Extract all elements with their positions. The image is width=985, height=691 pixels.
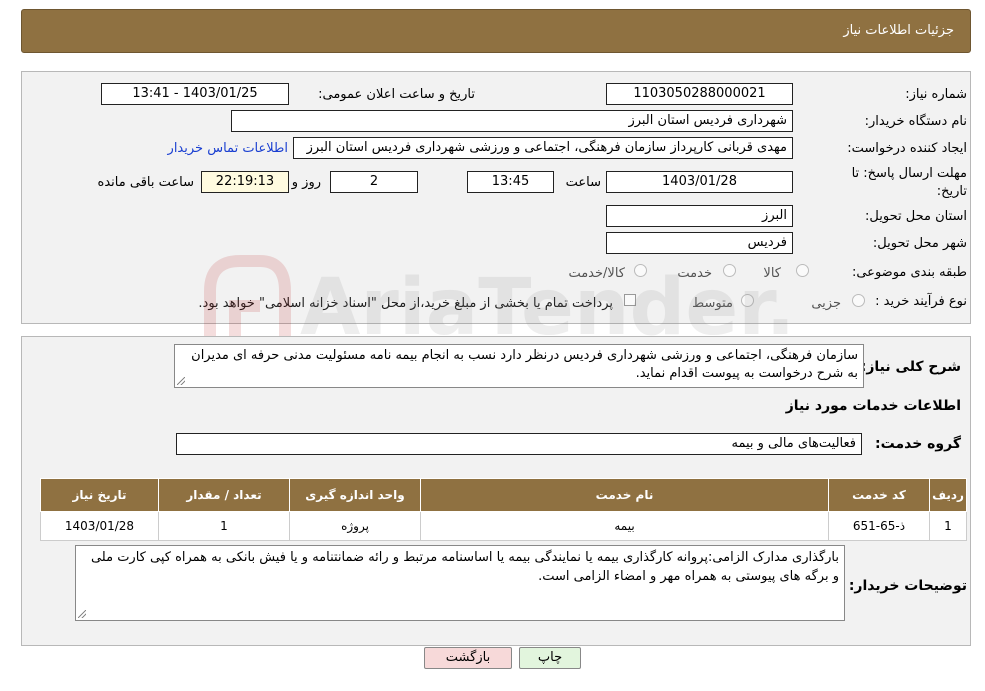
col-row-number: ردیف [929, 478, 967, 512]
city-label: شهر محل تحویل: [872, 236, 967, 251]
treasury-payment-checkbox[interactable] [624, 294, 636, 306]
deadline-time-field: 13:45 [467, 171, 554, 193]
category-service-label: خدمت [677, 266, 712, 281]
cell-service-name: بیمه [420, 511, 829, 541]
print-button[interactable]: چاپ [519, 647, 581, 669]
requester-label: ایجاد کننده درخواست: [847, 141, 967, 156]
category-label: طبقه بندی موضوعی: [851, 265, 967, 280]
buyer-org-field: شهرداری فردیس استان البرز [231, 110, 793, 132]
col-quantity: تعداد / مقدار [158, 478, 290, 512]
announce-date-field: 1403/01/25 - 13:41 [101, 83, 289, 105]
category-service-radio[interactable] [723, 264, 736, 277]
need-number-field: 1103050288000021 [606, 83, 793, 105]
purchase-minor-radio[interactable] [852, 294, 865, 307]
deadline-label-line1: مهلت ارسال پاسخ: تا [851, 166, 967, 181]
service-table: ردیف کد خدمت نام خدمت واحد اندازه گیری ت… [40, 478, 967, 541]
buyer-notes-label: توضیحات خریدار: [848, 578, 967, 594]
treasury-payment-note: پرداخت تمام یا بخشی از مبلغ خرید،از محل … [198, 296, 613, 311]
cell-row-number: 1 [929, 511, 967, 541]
requester-field: مهدی قربانی کارپرداز سازمان فرهنگی، اجتم… [293, 137, 793, 159]
cell-quantity: 1 [158, 511, 290, 541]
col-unit: واحد اندازه گیری [289, 478, 421, 512]
summary-label: شرح کلی نیاز: [860, 359, 961, 375]
service-group-field: فعالیت‌های مالی و بیمه [176, 433, 862, 455]
days-label: روز و [291, 175, 321, 190]
purchase-medium-radio[interactable] [741, 294, 754, 307]
deadline-time-label: ساعت [565, 175, 601, 190]
purchase-type-label: نوع فرآیند خرید : [875, 294, 967, 309]
cell-unit: پروژه [289, 511, 421, 541]
category-goods-service-label: کالا/خدمت [568, 266, 625, 281]
category-goods-service-radio[interactable] [634, 264, 647, 277]
buyer-org-label: نام دستگاه خریدار: [864, 114, 967, 129]
buyer-notes-text: بارگذاری مدارک الزامی:پروانه کارگذاری بی… [90, 550, 839, 584]
remaining-time-field: 22:19:13 [201, 171, 289, 193]
province-field: البرز [606, 205, 793, 227]
need-number-label: شماره نیاز: [905, 87, 967, 102]
purchase-medium-label: متوسط [692, 296, 733, 311]
category-goods-label: کالا [763, 266, 781, 281]
col-need-date: تاریخ نیاز [40, 478, 159, 512]
buyer-notes-textarea[interactable]: بارگذاری مدارک الزامی:پروانه کارگذاری بی… [75, 545, 845, 621]
deadline-label-line2: تاریخ: [936, 184, 967, 199]
province-label: استان محل تحویل: [865, 209, 967, 224]
col-service-name: نام خدمت [420, 478, 829, 512]
deadline-date-field: 1403/01/28 [606, 171, 793, 193]
remaining-label: ساعت باقی مانده [97, 175, 194, 190]
summary-textarea[interactable]: سازمان فرهنگی، اجتماعی و ورزشی شهرداری ف… [174, 344, 864, 388]
page-title: جزئیات اطلاعات نیاز [843, 23, 954, 38]
page-header: جزئیات اطلاعات نیاز [21, 9, 971, 53]
contact-info-link[interactable]: اطلاعات تماس خریدار [168, 141, 288, 156]
summary-text: سازمان فرهنگی، اجتماعی و ورزشی شهرداری ف… [191, 348, 858, 381]
purchase-minor-label: جزیی [811, 296, 841, 311]
days-field: 2 [330, 171, 418, 193]
category-goods-radio[interactable] [796, 264, 809, 277]
resize-grip-icon[interactable] [78, 610, 86, 618]
resize-grip-icon[interactable] [177, 377, 185, 385]
service-group-label: گروه خدمت: [875, 436, 961, 452]
deadline-label: مهلت ارسال پاسخ: تا تاریخ: [852, 165, 967, 201]
table-row: 1 ذ-65-651 بیمه پروژه 1 1403/01/28 [40, 511, 967, 541]
city-field: فردیس [606, 232, 793, 254]
col-service-code: کد خدمت [828, 478, 930, 512]
table-header-row: ردیف کد خدمت نام خدمت واحد اندازه گیری ت… [40, 478, 967, 512]
back-button[interactable]: بازگشت [424, 647, 512, 669]
cell-need-date: 1403/01/28 [40, 511, 159, 541]
cell-service-code: ذ-65-651 [828, 511, 930, 541]
need-info-panel [21, 71, 971, 324]
services-section-title: اطلاعات خدمات مورد نیاز [785, 398, 961, 414]
announce-date-label: تاریخ و ساعت اعلان عمومی: [318, 87, 475, 102]
